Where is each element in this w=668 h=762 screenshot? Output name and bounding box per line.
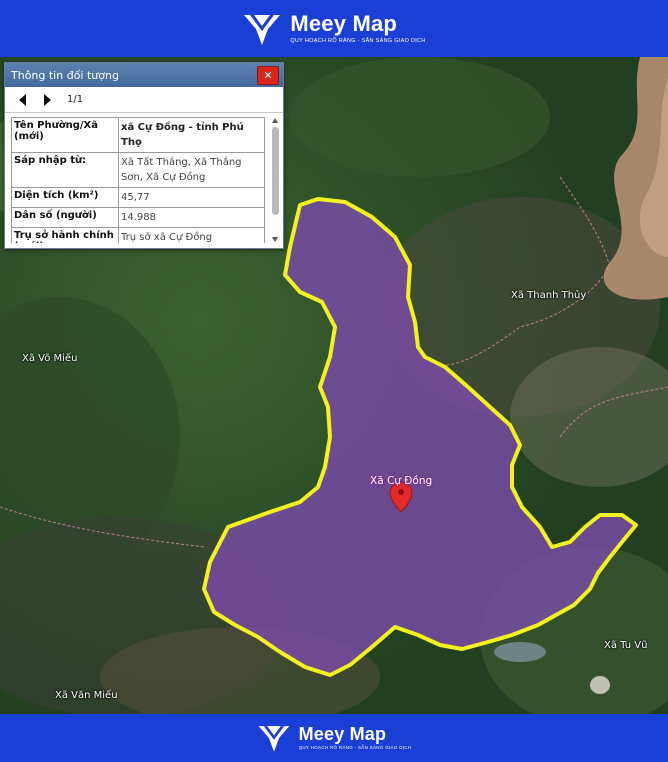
brand-header: Meey Map QUY HOẠCH RÕ RÀNG - SẴN SÀNG GI… — [0, 0, 668, 57]
table-row: Diện tích (km²) 45,77 — [11, 187, 265, 208]
place-label-thanh-thuy: Xã Thanh Thủy — [511, 290, 587, 301]
object-info-panel: Thông tin đối tượng ✕ 1/1 Tên Phường/Xã … — [4, 62, 284, 249]
scroll-up-icon[interactable] — [272, 118, 278, 123]
place-label-cu-dong: Xã Cự Đồng — [370, 475, 433, 487]
row-value: 45,77 — [118, 187, 265, 208]
panel-title: Thông tin đối tượng — [11, 68, 119, 82]
brand-footer: Meey Map QUY HOẠCH RÕ RÀNG - SẴN SÀNG GI… — [0, 714, 668, 762]
brand-tagline: QUY HOẠCH RÕ RÀNG - SẴN SÀNG GIAO DỊCH — [298, 745, 412, 751]
scroll-down-icon[interactable] — [272, 237, 278, 242]
brand-logo[interactable]: Meey Map QUY HOẠCH RÕ RÀNG - SẴN SÀNG GI… — [242, 9, 425, 49]
table-row: Trụ sở hành chính (mới) Trụ sở xã Cự Đồn… — [11, 227, 265, 243]
row-label: Tên Phường/Xã (mới) — [11, 117, 119, 153]
brand-tagline: QUY HOẠCH RÕ RÀNG - SẴN SÀNG GIAO DỊCH — [290, 37, 426, 44]
brand-logo-footer[interactable]: Meey Map QUY HOẠCH RÕ RÀNG - SẴN SÀNG GI… — [257, 721, 412, 755]
close-button[interactable]: ✕ — [257, 66, 279, 85]
pager-count: 1/1 — [67, 94, 84, 105]
row-value: xã Cự Đồng - tỉnh Phú Thọ — [118, 117, 265, 153]
row-label: Sáp nhập từ: — [11, 152, 119, 188]
row-value: Xã Tất Thắng, Xã Thắng Sơn, Xã Cự Đồng — [118, 152, 265, 188]
panel-header: Thông tin đối tượng ✕ — [5, 63, 283, 87]
row-label: Diện tích (km²) — [11, 187, 119, 208]
panel-scrollbar[interactable] — [271, 117, 280, 243]
chevron-right-icon — [44, 93, 51, 106]
brand-name: Meey Map — [298, 724, 387, 745]
table-row: Sáp nhập từ: Xã Tất Thắng, Xã Thắng Sơn,… — [11, 152, 265, 188]
chevron-left-icon — [19, 93, 26, 106]
close-icon: ✕ — [263, 69, 273, 82]
info-table-container[interactable]: Tên Phường/Xã (mới) xã Cự Đồng - tỉnh Ph… — [11, 117, 269, 243]
brand-name: Meey Map — [290, 10, 398, 36]
table-row: Tên Phường/Xã (mới) xã Cự Đồng - tỉnh Ph… — [11, 117, 265, 153]
row-label: Trụ sở hành chính (mới) — [11, 227, 119, 243]
scroll-thumb[interactable] — [272, 127, 279, 215]
next-button[interactable] — [41, 92, 55, 108]
row-label: Dân số (người) — [11, 207, 119, 228]
info-table: Tên Phường/Xã (mới) xã Cự Đồng - tỉnh Ph… — [11, 117, 265, 243]
row-value: 14.988 — [118, 207, 265, 228]
meey-logo-icon — [244, 14, 281, 45]
place-label-vo-mieu: Xã Võ Miếu — [22, 353, 78, 364]
meey-logo-icon — [258, 726, 289, 752]
place-label-van-mieu: Xã Văn Miếu — [55, 690, 118, 701]
row-value: Trụ sở xã Cự Đồng — [118, 227, 265, 243]
table-row: Dân số (người) 14.988 — [11, 207, 265, 228]
prev-button[interactable] — [15, 92, 29, 108]
place-label-tu-vu: Xã Tu Vũ — [604, 640, 648, 651]
pager: 1/1 — [5, 87, 283, 113]
